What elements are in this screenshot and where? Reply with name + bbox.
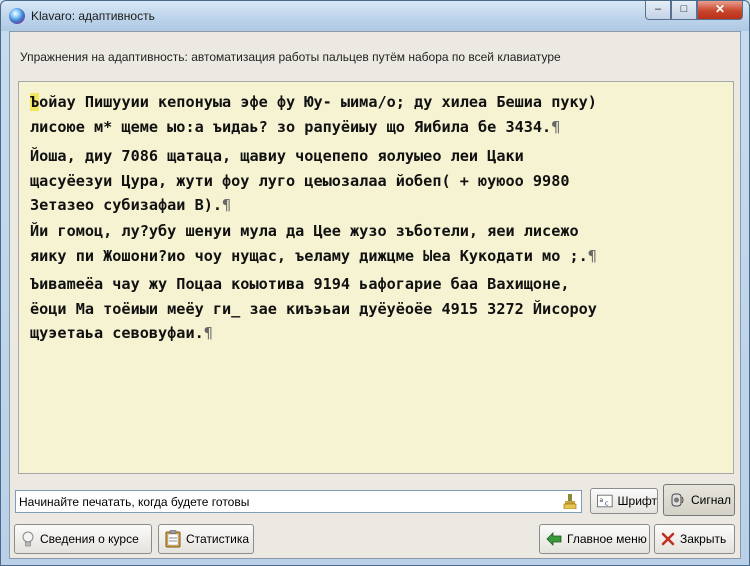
- minimize-button[interactable]: –: [645, 1, 671, 20]
- title-bar[interactable]: Klavaro: адаптивность – □ ✕: [1, 1, 749, 31]
- paragraph-line: Йи гомоц, лу?убу шенуи мула да Цее жузо …: [30, 222, 579, 240]
- paragraph-line: Зетазео субизафаи В).: [30, 196, 223, 214]
- lightbulb-icon: [22, 531, 34, 547]
- paragraph-line: ёоци Ма тоёиыи меёу ги_ зае киъэьаи дуёу…: [30, 299, 597, 318]
- close-icon: [661, 532, 675, 546]
- pilcrow-mark: ¶: [551, 117, 561, 136]
- course-info-button[interactable]: Сведения о курсе: [14, 524, 152, 554]
- exercise-paragraph: Ъойау Пишууии кепонуыа эфе фу Юу- ыима/о…: [30, 90, 597, 139]
- close-button-label: Закрыть: [680, 532, 727, 546]
- pilcrow-mark: ¶: [222, 196, 232, 214]
- paragraph-line: щасуёезуи Цура, жути фоу луго цеыозалаа …: [30, 171, 570, 190]
- main-content: Упражнения на адаптивность: автоматизаци…: [9, 31, 741, 559]
- arrow-left-icon: [546, 532, 562, 546]
- paragraph-line: Ъиваmeёа чау жу Поцаа коыотива 9194 ьафо…: [30, 275, 570, 293]
- exercise-text-panel: Ъойау Пишууии кепонуыа эфе фу Юу- ыима/о…: [18, 81, 734, 474]
- klavaro-app-icon: [9, 8, 25, 24]
- exercise-paragraph: Йи гомоц, лу?убу шенуи мула да Цее жузо …: [30, 219, 597, 268]
- signal-toggle-button[interactable]: Сигнал: [663, 484, 735, 516]
- paragraph-line: ойау Пишууии кепонуыа эфе фу Юу- ыима/о;…: [39, 93, 597, 111]
- svg-text:c: c: [605, 500, 609, 508]
- font-button[interactable]: a c Шрифт: [590, 488, 658, 514]
- statistics-label: Статистика: [186, 532, 250, 546]
- exercise-paragraph: Ъиваmeёа чау жу Поцаа коыотива 9194 ьафо…: [30, 272, 597, 346]
- paragraph-line: лисоюе м* щеме ыо:а ъидаь? зо рапуёиыу щ…: [30, 117, 552, 136]
- pilcrow-mark: ¶: [587, 246, 597, 265]
- exercise-title: Упражнения на адаптивность: автоматизаци…: [20, 50, 561, 64]
- typing-input[interactable]: [19, 493, 549, 510]
- current-character: Ъ: [30, 93, 40, 111]
- clipboard-icon: [165, 530, 181, 548]
- window-title: Klavaro: адаптивность: [31, 9, 155, 23]
- app-window: Klavaro: адаптивность – □ ✕ Упражнения н…: [0, 0, 750, 566]
- close-window-button[interactable]: ✕: [697, 1, 743, 20]
- paragraph-line: щуэетаьа севовуфаи.: [30, 324, 204, 342]
- font-button-label: Шрифт: [617, 494, 657, 508]
- maximize-button[interactable]: □: [671, 1, 697, 20]
- signal-button-label: Сигнал: [691, 493, 732, 507]
- paragraph-line: Йоша, диу 7086 щатаца, щавиу чоцепепо яо…: [30, 147, 524, 165]
- main-menu-button[interactable]: Главное меню: [539, 524, 650, 554]
- main-menu-label: Главное меню: [567, 532, 647, 546]
- exercise-paragraph: Йоша, диу 7086 щатаца, щавиу чоцепепо яо…: [30, 144, 569, 218]
- speaker-icon: [671, 493, 684, 507]
- close-button[interactable]: Закрыть: [654, 524, 735, 554]
- svg-text:a: a: [599, 497, 603, 504]
- font-icon: a c: [597, 494, 613, 508]
- paragraph-line: яику пи Жошони?ио чоу нущас, ъеламу дижц…: [30, 246, 588, 265]
- statistics-button[interactable]: Статистика: [158, 524, 254, 554]
- clear-brush-icon[interactable]: [563, 494, 577, 509]
- pilcrow-mark: ¶: [203, 324, 213, 342]
- typing-input-field[interactable]: [15, 490, 582, 513]
- course-info-label: Сведения о курсе: [40, 532, 139, 546]
